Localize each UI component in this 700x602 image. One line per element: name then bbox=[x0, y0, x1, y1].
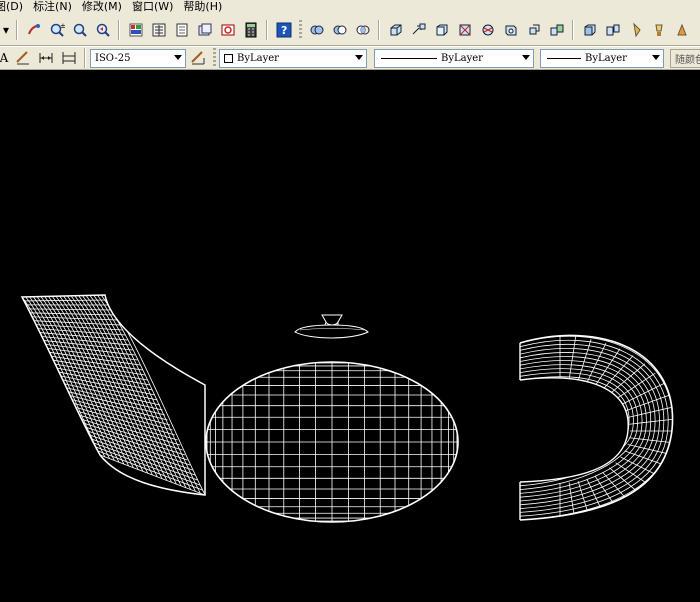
toolbar-grip[interactable] bbox=[299, 19, 302, 40]
zoom-realtime-icon[interactable]: ± bbox=[46, 19, 67, 40]
dropdown-arrow-icon[interactable]: ▾ bbox=[1, 19, 11, 40]
teapot-spout bbox=[20, 294, 206, 496]
help-icon[interactable]: ? bbox=[273, 19, 294, 40]
pan-realtime-icon[interactable] bbox=[23, 19, 44, 40]
linetype-control-select[interactable]: ByLayer bbox=[374, 48, 534, 68]
plot-style-control-select[interactable]: 随颜色 bbox=[670, 48, 700, 68]
teapot-wireframe-drawing bbox=[20, 294, 674, 523]
color-control-value: ByLayer bbox=[237, 52, 279, 64]
dimension-linear-icon[interactable] bbox=[58, 48, 79, 69]
interference-icon[interactable] bbox=[625, 19, 646, 40]
tool-palettes-icon[interactable] bbox=[171, 19, 192, 40]
wedge-icon[interactable] bbox=[477, 19, 498, 40]
teapot-body bbox=[205, 361, 459, 523]
sheet-set-icon[interactable] bbox=[194, 19, 215, 40]
lineweight-control-select[interactable]: ByLayer bbox=[540, 48, 664, 68]
dimension-style-value: ISO-25 bbox=[95, 52, 131, 64]
toolbar-separator bbox=[378, 19, 380, 40]
multiline-text-icon[interactable] bbox=[12, 48, 33, 69]
section-icon[interactable] bbox=[602, 19, 623, 40]
cone-icon[interactable] bbox=[454, 19, 475, 40]
lineweight-preview bbox=[547, 57, 581, 59]
intersect-icon[interactable] bbox=[352, 19, 373, 40]
subtract-icon[interactable] bbox=[329, 19, 350, 40]
menu-help[interactable]: 帮助(H) bbox=[180, 0, 229, 14]
dimension-style-manager-icon[interactable] bbox=[187, 48, 208, 69]
menu-window[interactable]: 窗口(W) bbox=[129, 0, 180, 14]
design-center-icon[interactable] bbox=[148, 19, 169, 40]
toolbar-grip[interactable] bbox=[213, 48, 216, 68]
properties-toolbar: A ISO-25 ByLayer ByLayer ByLayer 随颜色 bbox=[0, 46, 700, 70]
dropdown-arrow-icon bbox=[355, 54, 363, 60]
markup-icon[interactable] bbox=[217, 19, 238, 40]
toolbar-separator bbox=[266, 19, 268, 40]
quickcalc-icon[interactable] bbox=[240, 19, 261, 40]
linetype-control-value: ByLayer bbox=[441, 52, 483, 64]
dimension-style-select[interactable]: ISO-25 bbox=[90, 48, 186, 68]
teapot-handle bbox=[519, 334, 674, 521]
extrude-icon[interactable] bbox=[523, 19, 544, 40]
revolve-icon[interactable] bbox=[546, 19, 567, 40]
cylinder-icon[interactable] bbox=[431, 19, 452, 40]
dimension-style-icon[interactable] bbox=[35, 48, 56, 69]
dropdown-arrow-icon bbox=[522, 54, 530, 60]
color-control-select[interactable]: ByLayer bbox=[219, 48, 367, 68]
torus-icon[interactable] bbox=[500, 19, 521, 40]
menu-dimension[interactable]: 标注(N) bbox=[30, 0, 79, 14]
properties-icon[interactable] bbox=[125, 19, 146, 40]
svg-text:?: ? bbox=[281, 24, 287, 37]
text-style-icon[interactable]: A bbox=[0, 48, 10, 69]
box-icon[interactable] bbox=[385, 19, 406, 40]
zoom-previous-icon[interactable] bbox=[92, 19, 113, 40]
zoom-window-icon[interactable] bbox=[69, 19, 90, 40]
slice-icon[interactable] bbox=[579, 19, 600, 40]
linetype-preview bbox=[381, 57, 437, 59]
toolbar-separator bbox=[572, 19, 574, 40]
color-swatch bbox=[224, 53, 233, 63]
toolbar-separator bbox=[84, 48, 86, 68]
sphere-icon[interactable] bbox=[408, 19, 429, 40]
drawing-canvas[interactable] bbox=[0, 70, 700, 602]
teapot-lid bbox=[294, 314, 369, 339]
union-icon[interactable] bbox=[306, 19, 327, 40]
dropdown-arrow-icon bbox=[652, 54, 660, 60]
toolbar-separator bbox=[118, 19, 120, 40]
render-icon[interactable] bbox=[671, 19, 692, 40]
plot-style-control-value: 随颜色 bbox=[675, 54, 700, 66]
menu-draw[interactable]: 图(D) bbox=[0, 0, 30, 14]
dropdown-arrow-icon bbox=[174, 54, 182, 60]
menu-bar: 图(D) 标注(N) 修改(M) 窗口(W) 帮助(H) bbox=[0, 0, 700, 14]
menu-modify[interactable]: 修改(M) bbox=[79, 0, 129, 14]
light-icon[interactable] bbox=[648, 19, 669, 40]
toolbar-separator bbox=[16, 19, 18, 40]
svg-text:±: ± bbox=[60, 22, 65, 30]
standard-toolbar: ▾ ± ? bbox=[0, 14, 700, 46]
lineweight-control-value: ByLayer bbox=[585, 52, 627, 64]
